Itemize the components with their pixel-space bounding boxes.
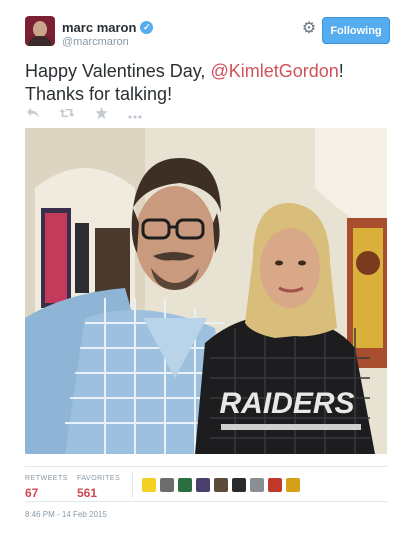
photo-illustration: RAIDERS [25, 128, 387, 454]
favorites-count: 561 [77, 486, 98, 500]
stats-divider-bottom [25, 501, 387, 502]
favoriter-avatar[interactable] [142, 478, 156, 492]
favoriter-avatar[interactable] [286, 478, 300, 492]
following-button[interactable]: Following [322, 17, 390, 44]
favorite-star-icon[interactable] [93, 107, 109, 122]
more-icon[interactable] [127, 108, 143, 122]
retweets-stat[interactable]: RETWEETS 67 [25, 475, 68, 500]
stats-separator [132, 472, 133, 498]
author-avatar[interactable] [25, 16, 55, 46]
stats-divider-top [25, 466, 387, 467]
tweet-text-start: Happy Valentines Day, [25, 61, 211, 81]
favorites-label: FAVORITES [77, 475, 121, 482]
retweets-count: 67 [25, 486, 39, 500]
favoriter-avatar[interactable] [268, 478, 282, 492]
retweets-label: RETWEETS [25, 475, 68, 482]
favoriter-avatar[interactable] [178, 478, 192, 492]
reply-icon[interactable] [25, 107, 41, 122]
svg-text:RAIDERS: RAIDERS [219, 387, 354, 420]
author-name[interactable]: marc maron ✓ [62, 20, 154, 35]
retweet-icon[interactable] [59, 107, 75, 122]
gear-icon[interactable]: ⚙ [300, 20, 318, 38]
tweet-photo[interactable]: RAIDERS [25, 128, 387, 454]
verified-badge-icon: ✓ [140, 21, 154, 34]
author-name-text: marc maron [62, 20, 137, 35]
favoriter-avatar[interactable] [160, 478, 174, 492]
favoriters-list [142, 478, 300, 492]
tweet-timestamp[interactable]: 8:46 PM - 14 Feb 2015 [25, 510, 107, 519]
tweet-actions [25, 107, 143, 122]
favoriter-avatar[interactable] [250, 478, 264, 492]
favoriter-avatar[interactable] [196, 478, 210, 492]
favoriter-avatar[interactable] [232, 478, 246, 492]
avatar-head [33, 21, 47, 37]
tweet-text: Happy Valentines Day, @KimletGordon! Tha… [25, 60, 385, 106]
favoriter-avatar[interactable] [214, 478, 228, 492]
mention-link[interactable]: @KimletGordon [210, 61, 338, 81]
favorites-stat[interactable]: FAVORITES 561 [77, 475, 120, 500]
author-handle[interactable]: @marcmaron [62, 36, 129, 48]
avatar-body [28, 36, 52, 46]
